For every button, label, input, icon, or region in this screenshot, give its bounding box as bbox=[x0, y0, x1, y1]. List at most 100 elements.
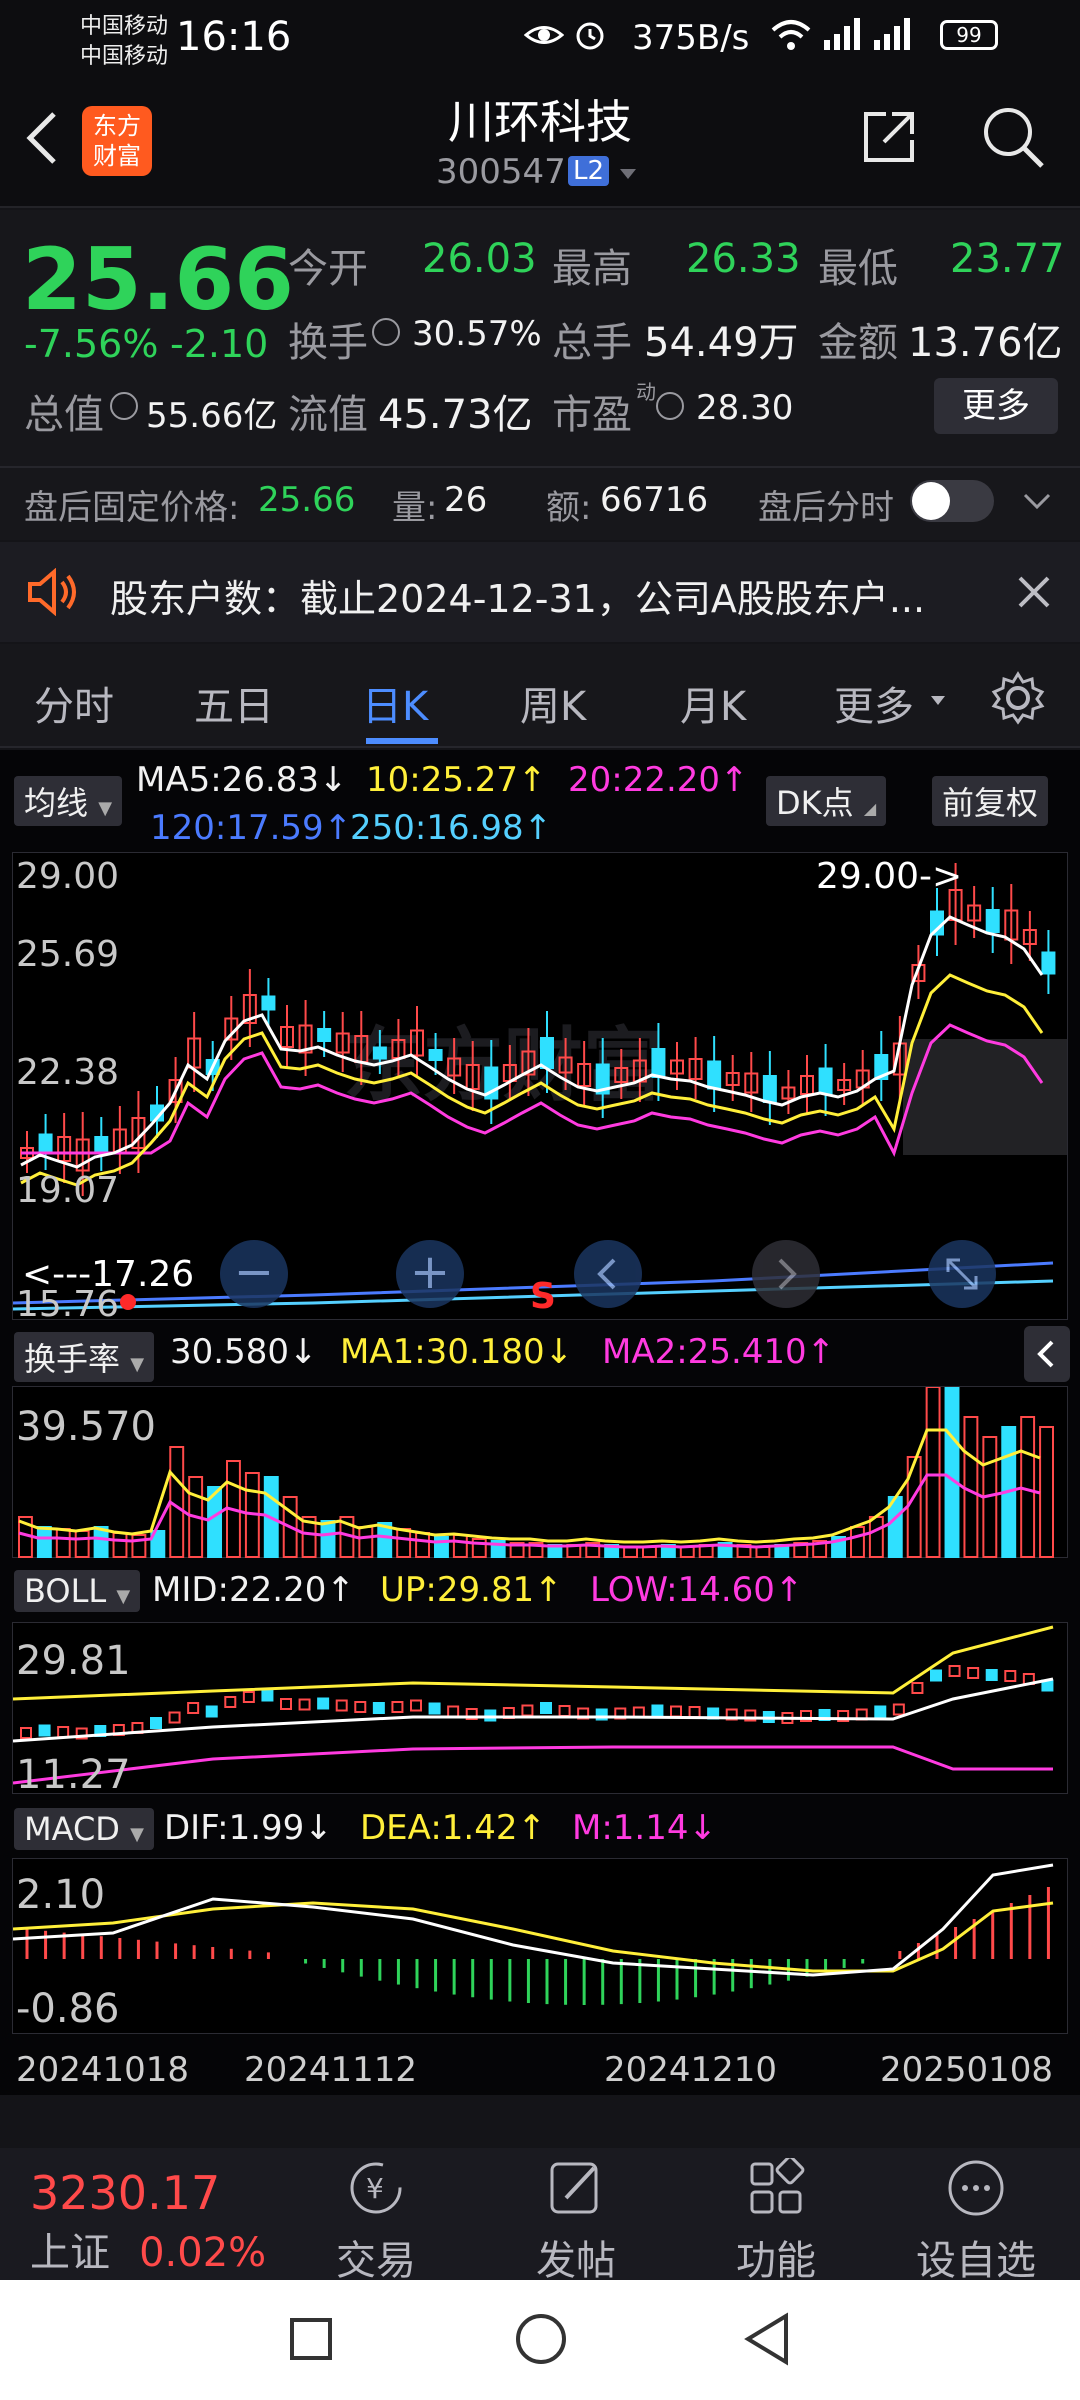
volume-value: 54.49万 bbox=[644, 320, 799, 366]
turnover-ma2-line bbox=[18, 1473, 1041, 1549]
tab-timeshare[interactable]: 分时 bbox=[34, 674, 114, 732]
nav-post[interactable]: 发帖 bbox=[496, 2158, 656, 2286]
after-timeshare-toggle[interactable] bbox=[910, 480, 994, 522]
info-icon[interactable] bbox=[110, 392, 138, 420]
kline-panel[interactable]: 东方财富 bbox=[12, 852, 1068, 1320]
speaker-icon bbox=[26, 567, 80, 620]
carrier-2: 中国移动 bbox=[80, 44, 169, 69]
nav-functions[interactable]: 功能 bbox=[696, 2155, 856, 2286]
float-label: 流值 bbox=[288, 392, 368, 438]
scroll-right-button[interactable] bbox=[752, 1240, 820, 1308]
close-icon[interactable] bbox=[1016, 574, 1052, 614]
index-quote[interactable]: 3230.17 上证 0.02% bbox=[30, 2166, 266, 2278]
boll-candle bbox=[168, 1711, 181, 1724]
nav-trade[interactable]: ¥ 交易 bbox=[296, 2158, 456, 2286]
svg-text:¥: ¥ bbox=[366, 2172, 384, 2205]
turnover-bar bbox=[642, 1546, 657, 1558]
zoom-in-button[interactable]: + bbox=[396, 1240, 464, 1308]
boll-candle bbox=[317, 1697, 330, 1710]
dk-point-button[interactable]: DK点 ◢ bbox=[766, 776, 887, 826]
turnover-bar bbox=[112, 1532, 128, 1558]
boll-y-bottom: 11.27 bbox=[16, 1752, 131, 1798]
candle-body bbox=[428, 1049, 443, 1061]
turnover-bar bbox=[396, 1528, 412, 1558]
scroll-left-button[interactable] bbox=[574, 1240, 642, 1308]
turnover-bar bbox=[36, 1526, 52, 1558]
announcement-bar[interactable]: 股东户数：截止2024-12-31，公司A股股东户... bbox=[0, 542, 1080, 642]
boll-candle bbox=[521, 1704, 534, 1717]
home-button[interactable] bbox=[516, 2314, 566, 2364]
boll-selector[interactable]: BOLL ▼ bbox=[14, 1570, 141, 1612]
gear-icon[interactable] bbox=[990, 670, 1046, 730]
boll-panel[interactable] bbox=[12, 1622, 1068, 1794]
boll-candle bbox=[280, 1698, 292, 1710]
divider bbox=[0, 466, 1080, 468]
boll-svg bbox=[12, 1625, 1054, 1785]
turnover-bar bbox=[850, 1526, 865, 1558]
dk-point-label: DK点 bbox=[776, 784, 854, 822]
nav-watchlist-label: 设自选 bbox=[916, 2238, 1036, 2284]
boll-candle bbox=[967, 1667, 980, 1679]
ma20-value: 20:22.20↑ bbox=[568, 760, 749, 800]
mcap-value: 55.66亿 bbox=[146, 396, 278, 436]
search-icon[interactable] bbox=[980, 104, 1046, 174]
info-icon[interactable] bbox=[656, 392, 684, 420]
recents-button[interactable] bbox=[290, 2318, 332, 2360]
zoom-out-button[interactable]: − bbox=[220, 1240, 288, 1308]
boll-low-line bbox=[12, 1745, 1053, 1785]
tab-five-day[interactable]: 五日 bbox=[194, 674, 274, 732]
turnover-selector[interactable]: 换手率 ▼ bbox=[14, 1332, 155, 1382]
high-value: 26.33 bbox=[686, 236, 801, 282]
chevron-down-icon[interactable] bbox=[930, 692, 946, 711]
quote-panel: 25.66 -7.56% -2.10 今开 26.03 最高 26.33 最低 … bbox=[0, 210, 1080, 540]
tab-weekly-k[interactable]: 周K bbox=[520, 674, 586, 732]
chevron-down-icon[interactable] bbox=[1022, 492, 1052, 516]
pe-value: 28.30 bbox=[696, 388, 794, 428]
turnover-panel[interactable] bbox=[12, 1386, 1068, 1558]
boll-candle bbox=[372, 1702, 385, 1714]
tab-more[interactable]: 更多 bbox=[834, 674, 914, 732]
adjust-button[interactable]: 前复权 bbox=[932, 776, 1049, 826]
collapse-panel-button[interactable] bbox=[1024, 1326, 1070, 1382]
turnover-bar bbox=[1020, 1416, 1036, 1558]
candle-body bbox=[261, 995, 276, 1011]
status-bar: 中国移动 中国移动 16:16 375B/s 99 bbox=[0, 0, 1080, 80]
candle-body bbox=[1041, 951, 1056, 975]
date-label-3: 20241210 bbox=[604, 2050, 778, 2090]
share-icon[interactable] bbox=[858, 106, 920, 172]
boll-candle bbox=[57, 1726, 70, 1738]
last-price: 25.66 bbox=[22, 230, 295, 330]
boll-candle bbox=[874, 1705, 887, 1718]
macd-svg bbox=[12, 1863, 1054, 2005]
boll-candle bbox=[38, 1724, 51, 1737]
boll-candle bbox=[558, 1705, 571, 1717]
turnover-bar bbox=[925, 1386, 941, 1558]
boll-up-line bbox=[12, 1625, 1054, 1701]
macd-selector[interactable]: MACD ▼ bbox=[14, 1808, 154, 1850]
alarm-icon bbox=[572, 16, 608, 56]
after-timeshare-label: 盘后分时 bbox=[758, 488, 894, 528]
nav-watchlist[interactable]: 设自选 bbox=[896, 2158, 1056, 2286]
boll-candle bbox=[670, 1705, 682, 1718]
tab-monthly-k[interactable]: 月K bbox=[680, 674, 746, 732]
tab-daily-k[interactable]: 日K bbox=[362, 674, 428, 732]
pe-dynamic-mark: 动 bbox=[636, 380, 656, 404]
boll-candle bbox=[410, 1699, 422, 1712]
macd-panel[interactable] bbox=[12, 1858, 1068, 2034]
after-price-value: 25.66 bbox=[258, 480, 356, 520]
chevron-down-icon[interactable] bbox=[618, 166, 638, 185]
back-nav-button[interactable] bbox=[742, 2312, 792, 2370]
candle-body bbox=[317, 1028, 332, 1042]
after-amount-value: 66716 bbox=[600, 480, 709, 520]
more-quote-button[interactable]: 更多 bbox=[934, 378, 1058, 434]
turnover-bar bbox=[963, 1416, 979, 1558]
shaded-region bbox=[903, 1039, 1067, 1155]
level2-badge: L2 bbox=[568, 156, 610, 186]
fullscreen-button[interactable] bbox=[928, 1240, 996, 1308]
info-icon[interactable] bbox=[372, 318, 400, 346]
ma-selector[interactable]: 均线 ▼ bbox=[14, 776, 123, 826]
active-tab-indicator bbox=[366, 738, 438, 744]
trade-icon: ¥ bbox=[350, 2162, 402, 2214]
boll-candle bbox=[892, 1703, 905, 1716]
boll-candle bbox=[187, 1702, 200, 1714]
